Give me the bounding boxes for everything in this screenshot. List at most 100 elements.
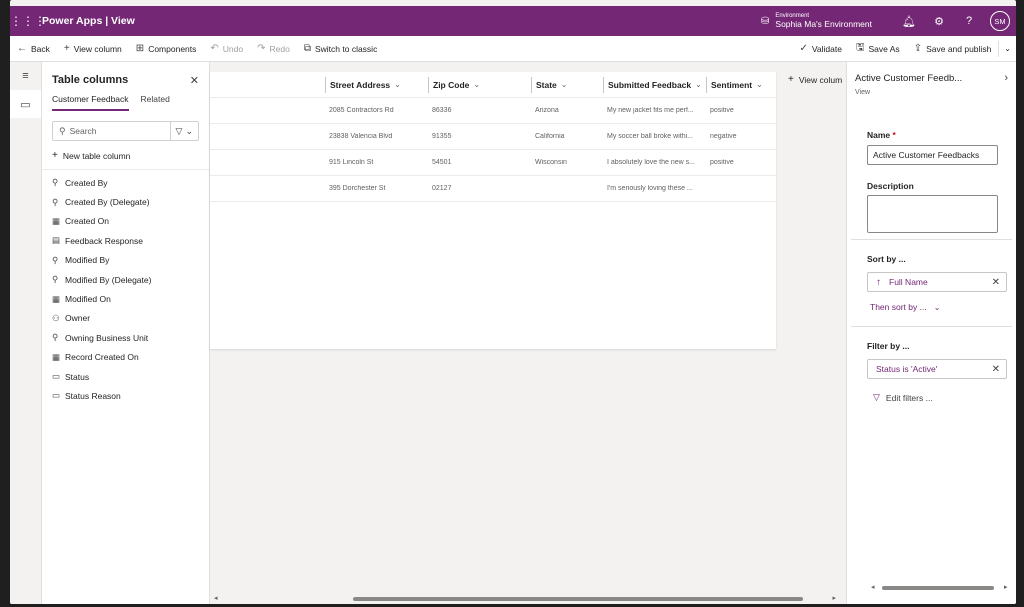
- description-field[interactable]: [867, 195, 998, 233]
- scroll-left-icon[interactable]: ◂: [214, 594, 218, 602]
- divider: [851, 239, 1012, 240]
- column-header[interactable]: [210, 77, 325, 93]
- column-list-item[interactable]: ▭ Status Reason: [42, 386, 209, 405]
- close-icon[interactable]: ✕: [190, 74, 199, 87]
- undo-label: Undo: [222, 43, 244, 54]
- column-list: ⚲ Created By ⚲ Created By (Delegate) ▦ Create…: [42, 170, 209, 406]
- remove-sort-icon[interactable]: ✕: [992, 277, 1000, 288]
- column-header[interactable]: Zip Code ⌄: [428, 76, 531, 93]
- validate-button[interactable]: ✓ Validate: [792, 36, 848, 61]
- name-label: Name *: [867, 130, 1008, 140]
- scroll-right-icon[interactable]: ▸: [1004, 583, 1008, 591]
- switch-classic-button[interactable]: ⧉ Switch to classic: [297, 36, 385, 61]
- column-header[interactable]: Submitted Feedback ⌄: [603, 76, 706, 93]
- calendar-icon: ▦: [52, 215, 61, 226]
- search-box[interactable]: ⚲ Search ▽ ⌄: [52, 121, 199, 141]
- choice-icon: ▭: [52, 390, 61, 401]
- view-column-button[interactable]: + View column: [57, 36, 129, 61]
- column-header[interactable]: State ⌄: [531, 76, 603, 93]
- chevron-down-icon: ⌄: [756, 80, 763, 89]
- then-sort-button[interactable]: Then sort by ... ⌄: [867, 302, 1008, 312]
- scrollbar-thumb[interactable]: [882, 586, 994, 590]
- environment-picker[interactable]: Environment Sophia Ma's Environment: [775, 13, 872, 30]
- column-list-item[interactable]: ⚲ Created By: [42, 173, 209, 192]
- view-column-label: View column: [73, 43, 122, 54]
- lookup-icon: ⚲: [52, 177, 59, 188]
- column-header[interactable]: Sentiment ⌄: [706, 76, 776, 93]
- horizontal-scrollbar[interactable]: ◂ ▸: [210, 593, 842, 604]
- notifications-icon[interactable]: 🔔︎: [894, 15, 924, 28]
- save-publish-button[interactable]: ⇪ Save and publish: [907, 36, 999, 61]
- table-row: 395 Dorchester St 02127 I'm seriously lovi…: [210, 176, 776, 202]
- calendar-icon: ▦: [52, 293, 61, 304]
- save-publish-label: Save and publish: [926, 43, 992, 54]
- column-list-item[interactable]: ▦ Created On: [42, 212, 209, 231]
- undo-button[interactable]: ↶ Undo: [203, 36, 250, 61]
- chevron-right-icon[interactable]: ›: [1004, 72, 1008, 84]
- save-publish-dropdown[interactable]: ⌄: [998, 40, 1016, 57]
- filter-dropdown[interactable]: ▽ ⌄: [169, 122, 198, 140]
- help-icon[interactable]: ?: [954, 15, 984, 27]
- redo-button[interactable]: ↷ Redo: [250, 36, 297, 61]
- chevron-down-icon: ⌄: [695, 80, 702, 89]
- filter-section: Filter by ... Status is 'Active' ✕ ▽ Edi…: [847, 341, 1016, 403]
- search-input[interactable]: Search: [70, 126, 170, 136]
- column-list-item-label: Created By (Delegate): [65, 197, 150, 208]
- new-table-column-label: New table column: [62, 150, 131, 161]
- chevron-down-icon: ⌄: [185, 125, 193, 136]
- tab-customer-feedback[interactable]: Customer Feedback: [52, 94, 129, 111]
- then-sort-label: Then sort by ...: [870, 302, 927, 312]
- chevron-down-icon: ⌄: [1004, 44, 1011, 53]
- tab-related[interactable]: Related: [141, 94, 170, 111]
- required-marker: *: [892, 130, 896, 140]
- column-list-item[interactable]: ⚲ Modified By: [42, 251, 209, 270]
- sort-chip[interactable]: ↑ Full Name ✕: [867, 272, 1007, 292]
- column-list-item[interactable]: ▦ Modified On: [42, 289, 209, 308]
- edit-filters-button[interactable]: ▽ Edit filters ...: [867, 392, 1008, 403]
- scrollbar-thumb[interactable]: [353, 597, 803, 601]
- back-button[interactable]: ← Back: [10, 36, 57, 61]
- table-row: 915 Lincoln St 54501 Wisconsin I absolutely…: [210, 150, 776, 176]
- edit-filters-label: Edit filters ...: [885, 392, 933, 403]
- column-list-item[interactable]: ⚲ Created By (Delegate): [42, 192, 209, 211]
- avatar[interactable]: SM: [990, 11, 1010, 31]
- components-button[interactable]: ⊞ Components: [129, 36, 204, 61]
- add-view-column-button[interactable]: + View colum: [788, 74, 842, 85]
- sort-label: Sort by ...: [867, 254, 906, 264]
- filter-value: Status is 'Active': [876, 364, 938, 374]
- column-list-item[interactable]: ▭ Status: [42, 367, 209, 386]
- description-label: Description: [867, 181, 914, 191]
- filter-chip[interactable]: Status is 'Active' ✕: [867, 359, 1007, 379]
- validate-icon: ✓: [799, 43, 808, 54]
- properties-scrollbar[interactable]: ◂ ▸: [847, 583, 1016, 593]
- column-list-item[interactable]: ▤ Feedback Response: [42, 231, 209, 250]
- column-list-item[interactable]: ▦ Record Created On: [42, 348, 209, 367]
- save-as-button[interactable]: 🖫︎ Save As: [849, 36, 907, 61]
- plus-icon: +: [63, 43, 70, 54]
- column-list-item[interactable]: ⚇ Owner: [42, 309, 209, 328]
- table-row: 2085 Contractors Rd 86336 Arizona My new ja…: [210, 98, 776, 124]
- column-header[interactable]: Street Address ⌄: [325, 76, 428, 93]
- table-columns-panel: Table columns ✕ Customer Feedback Relate…: [42, 62, 210, 604]
- column-list-item-label: Status Reason: [65, 390, 121, 401]
- app-title: Power Apps | View: [42, 15, 135, 27]
- settings-icon[interactable]: ⚙: [924, 15, 954, 28]
- table-cell: 915 Lincoln St: [329, 159, 374, 166]
- scroll-left-icon[interactable]: ◂: [871, 583, 875, 591]
- filter-label: Filter by ...: [867, 341, 910, 351]
- table-columns-rail-icon[interactable]: ▭: [10, 90, 41, 118]
- remove-filter-icon[interactable]: ✕: [992, 364, 1000, 375]
- column-list-item[interactable]: ⚲ Modified By (Delegate): [42, 270, 209, 289]
- table-cell: 2085 Contractors Rd: [329, 107, 394, 114]
- column-list-item[interactable]: ⚲ Owning Business Unit: [42, 328, 209, 347]
- hamburger-menu-icon[interactable]: ≡: [10, 62, 41, 90]
- view-properties-panel: Active Customer Feedb... › View Name * A…: [846, 62, 1016, 604]
- back-label: Back: [31, 43, 50, 54]
- redo-label: Redo: [269, 43, 290, 54]
- scroll-right-icon[interactable]: ▸: [832, 594, 836, 602]
- name-section: Name * Active Customer Feedbacks: [847, 130, 1016, 165]
- app-launcher-icon[interactable]: ⋮⋮⋮: [10, 14, 46, 28]
- table-cell: positive: [710, 107, 734, 114]
- name-field[interactable]: Active Customer Feedbacks: [867, 145, 998, 165]
- new-table-column-button[interactable]: + New table column: [42, 141, 209, 170]
